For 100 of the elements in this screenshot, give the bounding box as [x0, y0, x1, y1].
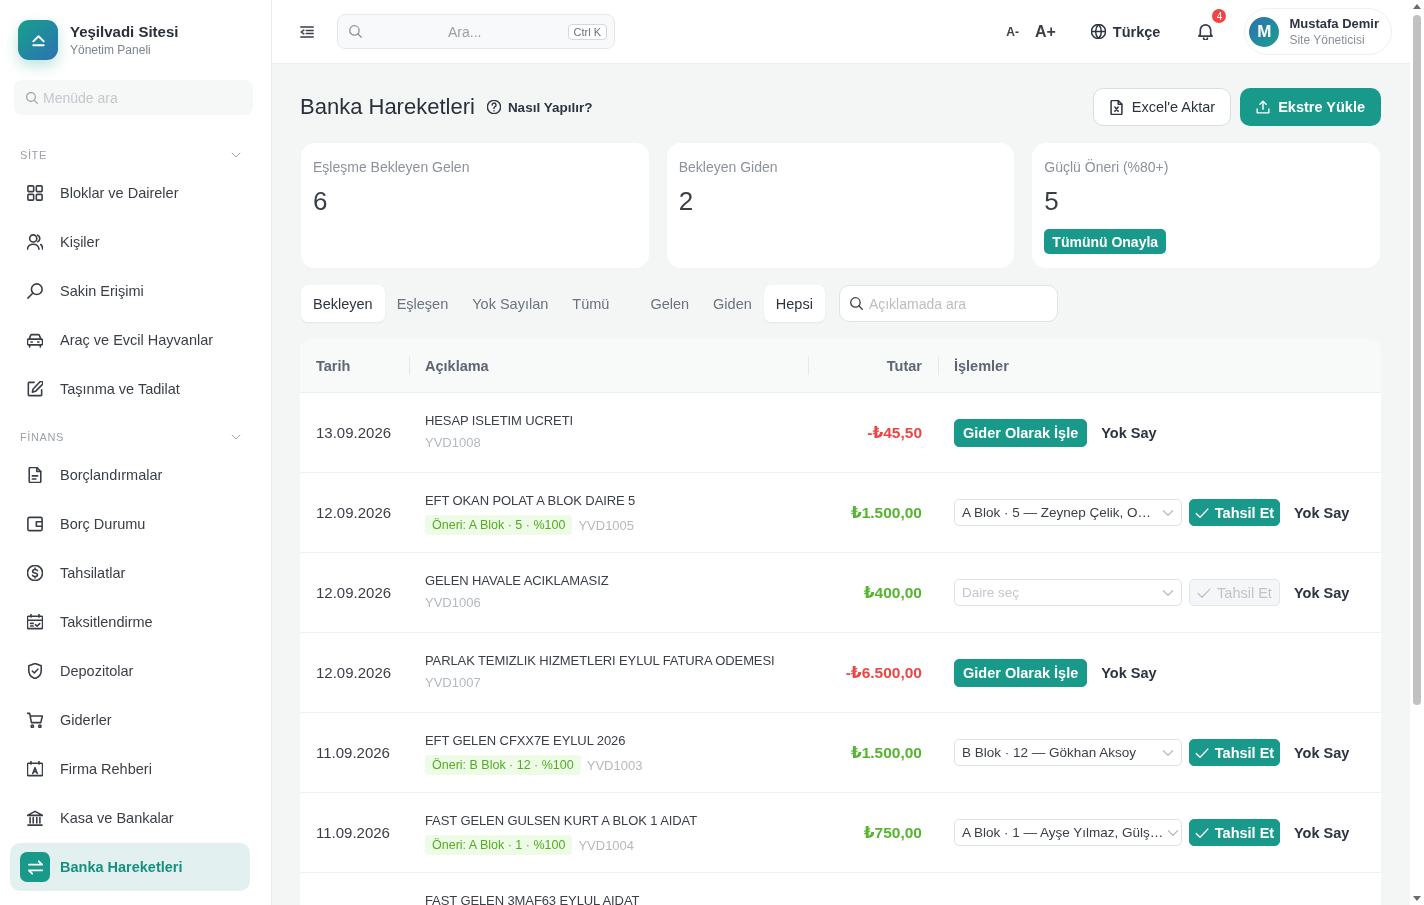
date-text: 12.09.2026	[316, 584, 392, 601]
approve-all-button[interactable]: Tümünü Onayla	[1044, 229, 1167, 254]
magnifier-icon	[27, 283, 43, 299]
chevron-down-icon	[231, 432, 241, 442]
nav-item[interactable]: Araç ve Evcil Hayvanlar	[10, 316, 250, 364]
stat-label: Eşleşme Bekleyen Gelen	[313, 158, 470, 177]
nav-item[interactable]: Borç Durumu	[10, 500, 250, 548]
description-text: GELEN HAVALE ACIKLAMASIZ	[425, 573, 609, 588]
apartment-select[interactable]: A Blok · 5 — Zeynep Çelik, O…	[954, 499, 1182, 526]
car-icon	[27, 332, 43, 348]
scroll-up-icon[interactable]	[1413, 4, 1421, 9]
nav-item[interactable]: Firma Rehberi	[10, 745, 250, 793]
amount-text: -₺6.500,00	[845, 663, 922, 682]
menu-icon[interactable]	[300, 24, 314, 39]
suggestion-badge: Öneri: A Blok · 5 · %100	[425, 515, 573, 535]
collect-button[interactable]: Tahsil Et	[1189, 819, 1280, 846]
filter-tab[interactable]: Giden	[701, 285, 764, 322]
ignore-button[interactable]: Yok Say	[1294, 824, 1350, 841]
reference-text: YVD1008	[425, 435, 481, 450]
description-text: FAST GELEN 3MAF63 EYLUL AIDAT	[425, 893, 640, 905]
excel-file-icon	[1108, 99, 1124, 115]
nav-item[interactable]: Taşınma ve Tadilat	[10, 365, 250, 413]
users-icon	[27, 234, 43, 250]
nav-item[interactable]: Sakin Erişimi	[10, 267, 250, 315]
date-text: 12.09.2026	[316, 664, 392, 681]
ignore-button[interactable]: Yok Say	[1101, 424, 1157, 441]
nav-item[interactable]: Depozitolar	[10, 647, 250, 695]
export-button[interactable]: Excel'e Aktar	[1092, 88, 1232, 126]
user-menu[interactable]: M Mustafa Demir Site Yöneticisi	[1244, 8, 1392, 55]
nav-item[interactable]: Tahsilatlar	[10, 549, 250, 597]
stat-label: Bekleyen Giden	[678, 158, 778, 177]
check-icon	[1194, 745, 1209, 760]
help-icon	[486, 100, 501, 114]
font-increase-button[interactable]: A+	[1034, 22, 1056, 41]
upload-button[interactable]: Ekstre Yükle	[1240, 88, 1381, 126]
wallet-icon	[27, 516, 43, 532]
upload-icon	[1256, 100, 1271, 114]
ignore-button[interactable]: Yok Say	[1294, 744, 1350, 761]
stat-label: Güçlü Öneri (%80+)	[1044, 158, 1169, 177]
filter-tab[interactable]: Yok Sayılan	[460, 285, 561, 322]
ignore-button[interactable]: Yok Say	[1294, 504, 1350, 521]
date-text: 12.09.2026	[316, 504, 392, 521]
brand-subtitle: Yönetim Paneli	[70, 43, 151, 57]
page-title: Banka Hareketleri	[300, 94, 475, 120]
suggestion-badge: Öneri: B Blok · 12 · %100	[425, 755, 581, 775]
filter-tab[interactable]: Tümü	[560, 285, 622, 322]
user-role: Site Yöneticisi	[1289, 33, 1365, 47]
check-icon	[1194, 505, 1209, 520]
stat-value: 5	[1044, 186, 1059, 216]
nav-item[interactable]: Bloklar ve Daireler	[10, 169, 250, 217]
collect-button[interactable]: Tahsil Et	[1189, 499, 1280, 526]
column-header: Açıklama	[425, 357, 489, 374]
stat-value: 2	[678, 186, 694, 216]
apartment-select[interactable]: A Blok · 1 — Ayşe Yılmaz, Gülş…	[954, 819, 1182, 846]
description-text: EFT OKAN POLAT A BLOK DAIRE 5	[425, 493, 636, 508]
bell-icon[interactable]	[1197, 23, 1215, 40]
description-text: FAST GELEN GULSEN KURT A BLOK 1 AIDAT	[425, 813, 698, 828]
column-header: Tutar	[886, 357, 922, 374]
amount-text: ₺750,00	[863, 823, 922, 842]
nav-item[interactable]: Giderler	[10, 696, 250, 744]
search-field[interactable]: Ara... Ctrl K	[337, 14, 615, 49]
help-link[interactable]: Nasıl Yapılır?	[486, 99, 593, 115]
amount-text: ₺1.500,00	[850, 743, 922, 762]
calendar-check-icon	[27, 614, 43, 630]
bank-icon	[27, 810, 43, 826]
nav-item[interactable]: Taksitlendirme	[10, 598, 250, 646]
ignore-button[interactable]: Yok Say	[1294, 584, 1350, 601]
scroll-down-icon[interactable]	[1413, 896, 1421, 901]
suggestion-badge: Öneri: A Blok · 1 · %100	[425, 835, 573, 855]
description-text: EFT GELEN CFXX7E EYLUL 2026	[425, 733, 626, 748]
column-header: İşlemler	[954, 357, 1009, 374]
avatar: M	[1249, 16, 1280, 47]
nav-item[interactable]: Kişiler	[10, 218, 250, 266]
reference-text: YVD1004	[578, 837, 635, 853]
amount-text: ₺1.500,00	[850, 503, 922, 522]
record-expense-button[interactable]: Gider Olarak İşle	[954, 658, 1088, 687]
edit-icon	[27, 381, 43, 397]
language-button[interactable]: Türkçe	[1090, 23, 1161, 40]
collect-button[interactable]: Tahsil Et	[1189, 739, 1280, 766]
nav-item[interactable]: Kasa ve Bankalar	[10, 794, 250, 842]
search-icon	[26, 91, 38, 104]
scrollbar-thumb[interactable]	[1413, 15, 1421, 705]
font-decrease-button[interactable]: A-	[1006, 24, 1019, 39]
stat-value: 6	[313, 186, 328, 216]
document-icon	[27, 467, 43, 483]
nav-item[interactable]: Borçlandırmalar	[10, 451, 250, 499]
chevron-down-icon	[231, 150, 241, 160]
filter-tab[interactable]: Hepsi	[763, 285, 825, 322]
filter-tab[interactable]: Bekleyen	[301, 285, 385, 322]
filter-tab[interactable]: Eşleşen	[384, 285, 461, 322]
shield-check-icon	[27, 663, 43, 679]
column-header: Tarih	[316, 357, 351, 374]
record-expense-button[interactable]: Gider Olarak İşle	[954, 418, 1088, 447]
dollar-coin-icon	[27, 565, 43, 581]
apartment-select[interactable]: B Blok · 12 — Gökhan Aksoy	[954, 739, 1182, 766]
filter-tab[interactable]: Gelen	[638, 285, 702, 322]
cart-icon	[27, 712, 43, 728]
amount-text: ₺400,00	[863, 583, 922, 602]
notification-badge: 4	[1212, 9, 1227, 23]
ignore-button[interactable]: Yok Say	[1101, 664, 1157, 681]
